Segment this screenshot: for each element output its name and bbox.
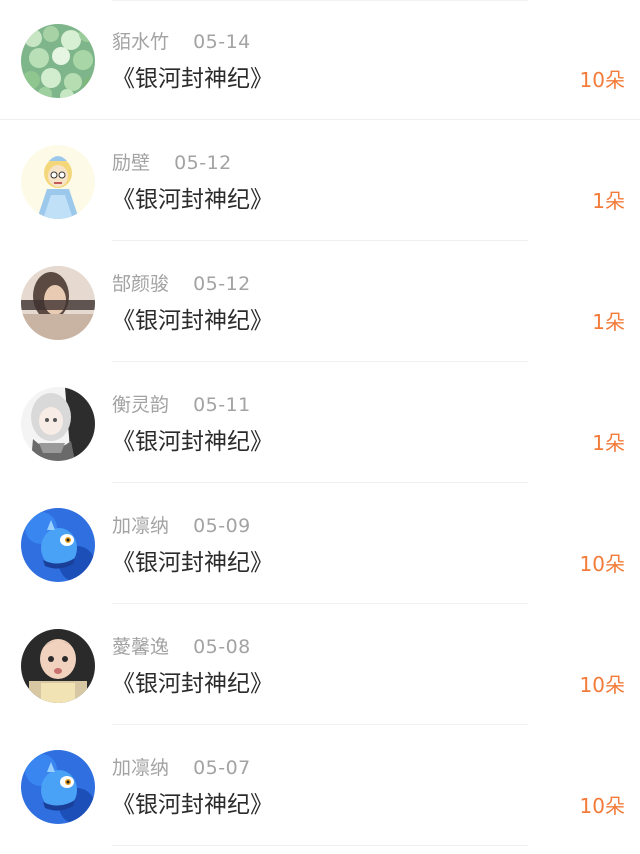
avatar[interactable] <box>21 24 95 98</box>
username[interactable]: 加凛纳 <box>112 515 169 537</box>
username[interactable]: 貊水竹 <box>112 31 169 53</box>
date: 05-09 <box>193 515 251 537</box>
username[interactable]: 衡灵韵 <box>112 394 169 416</box>
blue-dragon-icon <box>21 508 95 582</box>
book-title[interactable]: 《银河封神纪》 <box>112 667 273 701</box>
list-item[interactable]: 励壁 05-12 《银河封神纪》 1朵 <box>0 121 640 241</box>
username[interactable]: 郜颜骏 <box>112 273 169 295</box>
username[interactable]: 励壁 <box>112 152 150 174</box>
princess-cartoon-icon <box>21 145 95 219</box>
book-title[interactable]: 《银河封神纪》 <box>112 183 273 217</box>
woman-photo-icon <box>21 266 95 340</box>
date: 05-07 <box>193 757 251 779</box>
flower-count: 1朵 <box>592 431 625 455</box>
list-item[interactable]: 貊水竹 05-14 《银河封神纪》 10朵 <box>0 0 640 120</box>
divider <box>112 603 528 604</box>
flower-count: 1朵 <box>592 189 625 213</box>
avatar[interactable] <box>21 266 95 340</box>
avatar[interactable] <box>21 750 95 824</box>
divider <box>112 361 528 362</box>
divider <box>112 724 528 725</box>
date: 05-11 <box>193 394 251 416</box>
flower-count: 10朵 <box>579 794 625 818</box>
avatar[interactable] <box>21 508 95 582</box>
book-title[interactable]: 《银河封神纪》 <box>112 62 273 96</box>
flower-count: 10朵 <box>579 552 625 576</box>
list-item[interactable]: 郜颜骏 05-12 《银河封神纪》 1朵 <box>0 242 640 362</box>
avatar[interactable] <box>21 629 95 703</box>
book-title[interactable]: 《银河封神纪》 <box>112 788 273 822</box>
flower-count: 10朵 <box>579 673 625 697</box>
date: 05-08 <box>193 636 251 658</box>
flower-count: 10朵 <box>579 68 625 92</box>
gift-record-list: 貊水竹 05-14 《银河封神纪》 10朵 励壁 05-12 《银河封神纪》 1… <box>0 0 640 854</box>
list-item[interactable]: 加凛纳 05-09 《银河封神纪》 10朵 <box>0 484 640 604</box>
divider <box>112 845 528 846</box>
list-item[interactable]: 衡灵韵 05-11 《银河封神纪》 1朵 <box>0 363 640 483</box>
book-title[interactable]: 《银河封神纪》 <box>112 425 273 459</box>
divider <box>0 119 640 120</box>
baby-photo-icon <box>21 629 95 703</box>
avatar[interactable] <box>21 145 95 219</box>
flower-count: 1朵 <box>592 310 625 334</box>
list-item[interactable]: 薆馨逸 05-08 《银河封神纪》 10朵 <box>0 605 640 725</box>
date: 05-14 <box>193 31 251 53</box>
username[interactable]: 薆馨逸 <box>112 636 169 658</box>
username[interactable]: 加凛纳 <box>112 757 169 779</box>
divider <box>112 482 528 483</box>
list-item[interactable]: 加凛纳 05-07 《银河封神纪》 10朵 <box>0 726 640 846</box>
hydrangea-photo-icon <box>21 24 95 98</box>
book-title[interactable]: 《银河封神纪》 <box>112 546 273 580</box>
book-title[interactable]: 《银河封神纪》 <box>112 304 273 338</box>
divider <box>112 240 528 241</box>
date: 05-12 <box>174 152 232 174</box>
date: 05-12 <box>193 273 251 295</box>
anime-girl-icon <box>21 387 95 461</box>
avatar[interactable] <box>21 387 95 461</box>
blue-dragon-icon <box>21 750 95 824</box>
